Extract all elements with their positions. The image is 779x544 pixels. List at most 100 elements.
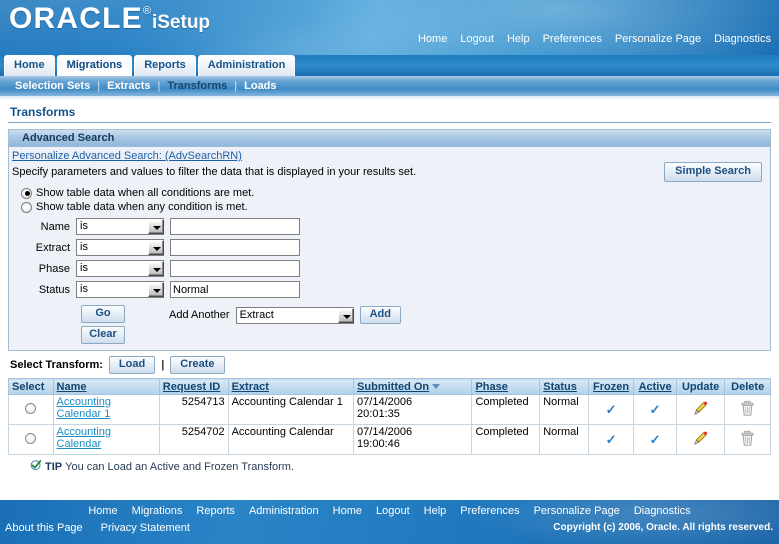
match-any-radio[interactable] <box>21 201 32 213</box>
column-label-extract[interactable]: Extract <box>232 381 269 393</box>
criteria-value-input-extract[interactable] <box>170 239 300 256</box>
row-name-link[interactable]: Accounting Calendar <box>57 426 111 450</box>
create-button[interactable]: Create <box>170 356 225 374</box>
column-label-name[interactable]: Name <box>57 381 87 393</box>
table-row: Accounting Calendar 5254702 Accounting C… <box>8 424 771 455</box>
match-any-option[interactable]: Show table data when any condition is me… <box>11 200 764 214</box>
chevron-down-icon[interactable] <box>148 282 164 297</box>
criteria-operator-value-phase: is <box>80 262 88 274</box>
clear-button[interactable]: Clear <box>81 326 125 344</box>
column-header-status[interactable]: Status <box>539 378 589 395</box>
simple-search-button[interactable]: Simple Search <box>664 162 762 182</box>
trash-icon[interactable] <box>740 400 755 420</box>
column-label-frozen[interactable]: Frozen <box>593 381 629 393</box>
global-nav-preferences[interactable]: Preferences <box>543 33 602 45</box>
chevron-down-icon[interactable] <box>337 307 354 323</box>
criteria-value-input-status[interactable] <box>170 281 300 298</box>
footer-nav-preferences[interactable]: Preferences <box>460 505 519 517</box>
criteria-value-input-name[interactable] <box>170 218 300 235</box>
tip-text: You can Load an Active and Frozen Transf… <box>65 460 295 473</box>
chevron-down-icon[interactable] <box>148 219 164 234</box>
criteria-operator-cell-extract: is <box>73 237 167 258</box>
tab-reports[interactable]: Reports <box>134 55 196 76</box>
criteria-operator-select-status[interactable]: is <box>76 281 164 298</box>
column-header-active[interactable]: Active <box>633 378 677 395</box>
application-page: ORACLE®iSetup Home Logout Help Preferences P… <box>0 0 779 544</box>
subtab-extracts[interactable]: Extracts <box>100 76 157 96</box>
criteria-value-input-phase[interactable] <box>170 260 300 277</box>
column-header-submitted-on[interactable]: Submitted On <box>353 378 473 395</box>
footer-nav-diagnostics[interactable]: Diagnostics <box>634 505 691 517</box>
about-this-page-link[interactable]: About this Page <box>5 522 83 534</box>
global-nav-home[interactable]: Home <box>418 33 447 45</box>
footer-nav-home[interactable]: Home <box>88 505 117 517</box>
criteria-operator-select-extract[interactable]: is <box>76 239 164 256</box>
row-select-radio[interactable] <box>25 402 37 414</box>
column-label-phase[interactable]: Phase <box>475 381 507 393</box>
column-header-request-id[interactable]: Request ID <box>158 378 229 395</box>
footer-nav-home-2[interactable]: Home <box>333 505 362 517</box>
match-all-radio[interactable] <box>21 187 32 199</box>
column-label-status[interactable]: Status <box>543 381 577 393</box>
add-button[interactable]: Add <box>359 306 401 324</box>
criteria-operator-value-status: is <box>80 283 88 295</box>
transforms-results-table: Select Name Request ID Extract Submitted… <box>8 378 771 455</box>
chevron-down-icon[interactable] <box>148 240 164 255</box>
subtab-selection-sets[interactable]: Selection Sets <box>8 76 97 96</box>
personalize-advanced-search-link[interactable]: Personalize Advanced Search: (AdvSearchR… <box>11 149 242 164</box>
criteria-operator-select-name[interactable]: is <box>76 218 164 235</box>
table-row: Accounting Calendar 1 5254713 Accounting… <box>8 394 771 425</box>
active-check-icon: ✓ <box>649 401 661 417</box>
column-header-frozen[interactable]: Frozen <box>587 378 635 395</box>
oracle-logo: ORACLE®iSetup <box>9 2 210 36</box>
row-name-cell: Accounting Calendar 1 <box>52 394 160 425</box>
search-action-row: Go Clear Add Another Extract Add <box>11 300 764 344</box>
global-nav-help[interactable]: Help <box>507 33 530 45</box>
criteria-operator-select-phase[interactable]: is <box>76 260 164 277</box>
column-label-active[interactable]: Active <box>639 381 672 393</box>
footer-nav-migrations[interactable]: Migrations <box>132 505 183 517</box>
trash-icon[interactable] <box>740 430 755 450</box>
footer-nav-administration[interactable]: Administration <box>249 505 319 517</box>
row-select-radio[interactable] <box>25 432 37 444</box>
advanced-search-description-row: Specify parameters and values to filter … <box>11 162 764 186</box>
pencil-icon[interactable] <box>692 430 709 450</box>
go-button[interactable]: Go <box>81 305 125 323</box>
criteria-value-cell-phase <box>167 258 303 279</box>
row-update-cell <box>675 424 726 455</box>
chevron-down-icon[interactable] <box>148 261 164 276</box>
footer-nav-help[interactable]: Help <box>424 505 447 517</box>
sort-descending-icon[interactable] <box>432 384 441 390</box>
match-all-option[interactable]: Show table data when all conditions are … <box>11 186 764 200</box>
row-name-link[interactable]: Accounting Calendar 1 <box>57 396 111 420</box>
footer-nav-personalize-page[interactable]: Personalize Page <box>534 505 620 517</box>
column-header-phase[interactable]: Phase <box>471 378 541 395</box>
global-nav-diagnostics[interactable]: Diagnostics <box>714 33 771 45</box>
load-button[interactable]: Load <box>108 356 156 374</box>
tab-home[interactable]: Home <box>4 55 55 76</box>
add-another-select[interactable]: Extract <box>235 306 354 324</box>
row-active-cell: ✓ <box>633 394 677 425</box>
row-extract-cell: Accounting Calendar 1 <box>227 394 355 425</box>
global-nav-logout[interactable]: Logout <box>460 33 494 45</box>
tab-administration[interactable]: Administration <box>197 55 296 76</box>
column-label-update: Update <box>681 380 720 393</box>
column-label-submitted-on[interactable]: Submitted On <box>357 381 429 393</box>
row-frozen-cell: ✓ <box>587 394 635 425</box>
column-label-request-id[interactable]: Request ID <box>163 381 220 393</box>
privacy-statement-link[interactable]: Privacy Statement <box>101 522 190 534</box>
footer-nav-reports[interactable]: Reports <box>196 505 235 517</box>
tab-migrations[interactable]: Migrations <box>56 55 133 76</box>
column-header-extract[interactable]: Extract <box>227 378 355 395</box>
subtab-loads[interactable]: Loads <box>237 76 283 96</box>
pencil-icon[interactable] <box>692 400 709 420</box>
global-nav-personalize-page[interactable]: Personalize Page <box>615 33 701 45</box>
column-header-delete: Delete <box>724 378 771 395</box>
global-navigation: Home Logout Help Preferences Personalize Pag… <box>418 33 771 45</box>
column-header-name[interactable]: Name <box>52 378 160 395</box>
tip-check-icon <box>30 459 42 474</box>
row-submitted-time: 20:01:35 <box>357 408 400 420</box>
row-name-cell: Accounting Calendar <box>52 424 160 455</box>
subtab-transforms[interactable]: Transforms <box>160 76 234 96</box>
footer-nav-logout[interactable]: Logout <box>376 505 410 517</box>
